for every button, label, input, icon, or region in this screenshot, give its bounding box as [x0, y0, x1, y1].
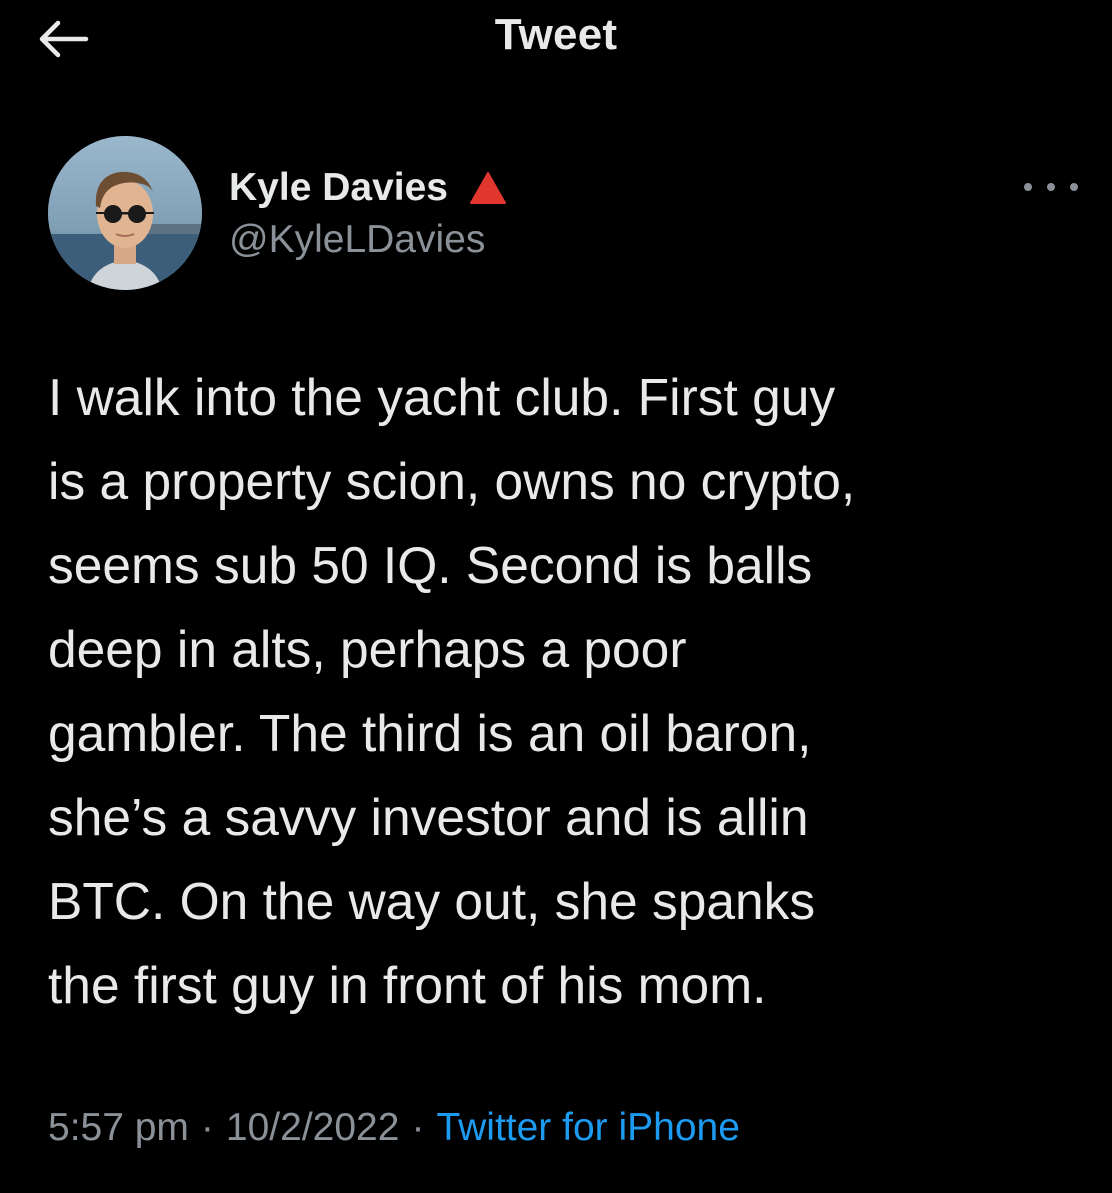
- tweet-date[interactable]: 10/2/2022: [226, 1106, 400, 1149]
- page-title: Tweet: [494, 10, 618, 59]
- tweet-text-line: deep in alts, perhaps a poor: [48, 620, 687, 678]
- ellipsis-horizontal-icon: [1024, 183, 1032, 191]
- author-name-row[interactable]: Kyle Davies: [229, 162, 508, 214]
- avatar[interactable]: [48, 136, 202, 290]
- tweet-time[interactable]: 5:57 pm: [48, 1106, 189, 1149]
- tweet-meta: 5:57 pm · 10/2/2022 · Twitter for iPhone: [48, 1106, 740, 1150]
- red-triangle-icon: [469, 172, 506, 204]
- meta-separator: ·: [411, 1106, 425, 1149]
- tweet-text-line: the first guy in front of his mom.: [48, 956, 767, 1014]
- tweet-text-line: gambler. The third is an oil baron,: [48, 704, 812, 762]
- tweet-text-line: she’s a savvy investor and is allin: [48, 788, 809, 846]
- tweet-source-link[interactable]: Twitter for iPhone: [436, 1106, 739, 1149]
- more-options-button[interactable]: [1024, 172, 1078, 202]
- tweet-text-line: I walk into the yacht club. First guy: [48, 368, 836, 426]
- author-handle[interactable]: @KyleLDavies: [229, 218, 485, 262]
- author-display-name[interactable]: Kyle Davies: [229, 166, 448, 210]
- meta-separator: ·: [200, 1106, 214, 1149]
- tweet-text-line: is a property scion, owns no crypto,: [48, 452, 856, 510]
- tweet-text: I walk into the yacht club. First guy is…: [48, 355, 1078, 1027]
- tweet-text-line: BTC. On the way out, she spanks: [48, 872, 816, 930]
- top-bar: Tweet: [0, 0, 1112, 80]
- tweet-text-line: seems sub 50 IQ. Second is balls: [48, 536, 813, 594]
